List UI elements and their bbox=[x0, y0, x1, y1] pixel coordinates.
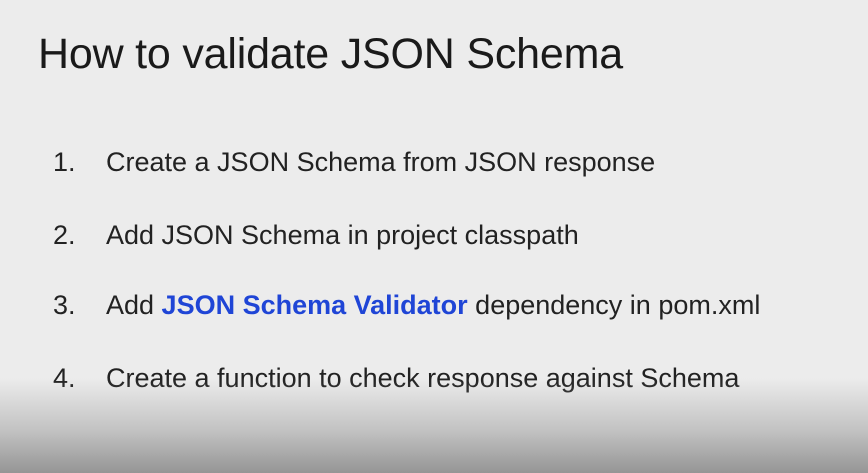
step-text-suffix: dependency in pom.xml bbox=[467, 290, 761, 320]
step-text: Add JSON Schema Validator dependency in … bbox=[106, 290, 760, 321]
step-number: 1. bbox=[53, 147, 76, 177]
highlighted-term: JSON Schema Validator bbox=[161, 290, 468, 320]
list-item: 2. Add JSON Schema in project classpath bbox=[53, 220, 579, 251]
step-text: Add JSON Schema in project classpath bbox=[106, 220, 579, 250]
step-number: 4. bbox=[53, 363, 76, 393]
presentation-slide: How to validate JSON Schema 1. Create a … bbox=[0, 0, 868, 473]
step-number: 2. bbox=[53, 220, 76, 250]
step-number: 3. bbox=[53, 290, 76, 320]
slide-title: How to validate JSON Schema bbox=[38, 30, 623, 78]
step-text: Create a function to check response agai… bbox=[106, 363, 740, 393]
list-item: 1. Create a JSON Schema from JSON respon… bbox=[53, 147, 655, 178]
list-item: 3. Add JSON Schema Validator dependency … bbox=[53, 290, 760, 321]
list-item: 4. Create a function to check response a… bbox=[53, 363, 739, 394]
step-text: Create a JSON Schema from JSON response bbox=[106, 147, 656, 177]
step-text-prefix: Add bbox=[106, 290, 162, 320]
